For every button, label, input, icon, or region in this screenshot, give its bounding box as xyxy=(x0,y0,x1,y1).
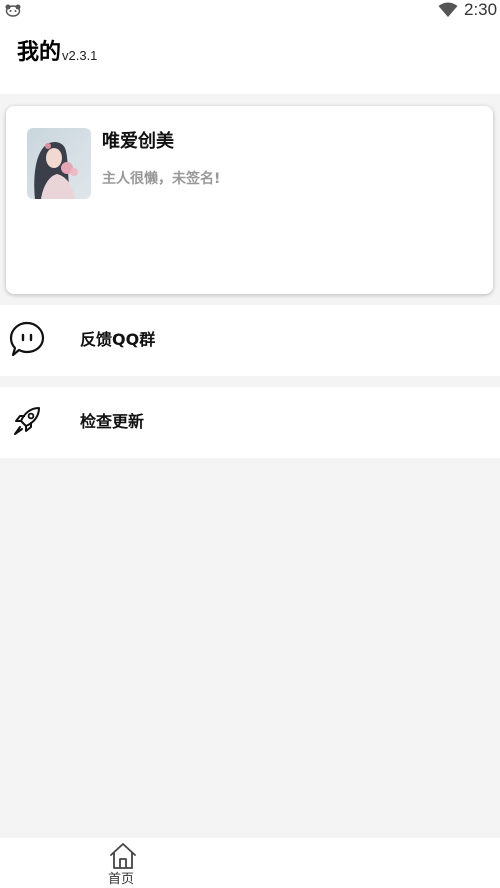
avatar-image xyxy=(27,128,91,199)
home-icon xyxy=(110,843,136,869)
check-update-label: 检查更新 xyxy=(80,412,145,431)
panda-icon xyxy=(5,4,21,17)
avatar[interactable] xyxy=(27,128,91,199)
rocket-icon xyxy=(14,407,40,435)
check-update-item[interactable]: 检查更新 xyxy=(0,387,500,458)
wifi-icon xyxy=(438,2,458,17)
status-time: 2:30 xyxy=(464,0,498,19)
feedback-qq-group-label: 反馈QQ群 xyxy=(80,330,156,349)
header: 我的 v2.3.1 xyxy=(0,22,500,94)
status-bar: 2:30 xyxy=(0,0,500,22)
version-label: v2.3.1 xyxy=(62,48,98,63)
username: 唯爱创美 xyxy=(102,131,174,152)
nav-home-tab[interactable]: 首页 xyxy=(100,840,146,888)
page-title: 我的 xyxy=(17,40,62,65)
bottom-nav: 首页 xyxy=(0,838,500,888)
signature: 主人很懒，未签名! xyxy=(102,171,221,187)
nav-home-label: 首页 xyxy=(108,872,135,887)
feedback-qq-group-item[interactable]: 反馈QQ群 xyxy=(0,305,500,376)
chat-bubble-icon xyxy=(9,321,45,357)
profile-card[interactable]: 唯爱创美 主人很懒，未签名! xyxy=(6,106,493,294)
